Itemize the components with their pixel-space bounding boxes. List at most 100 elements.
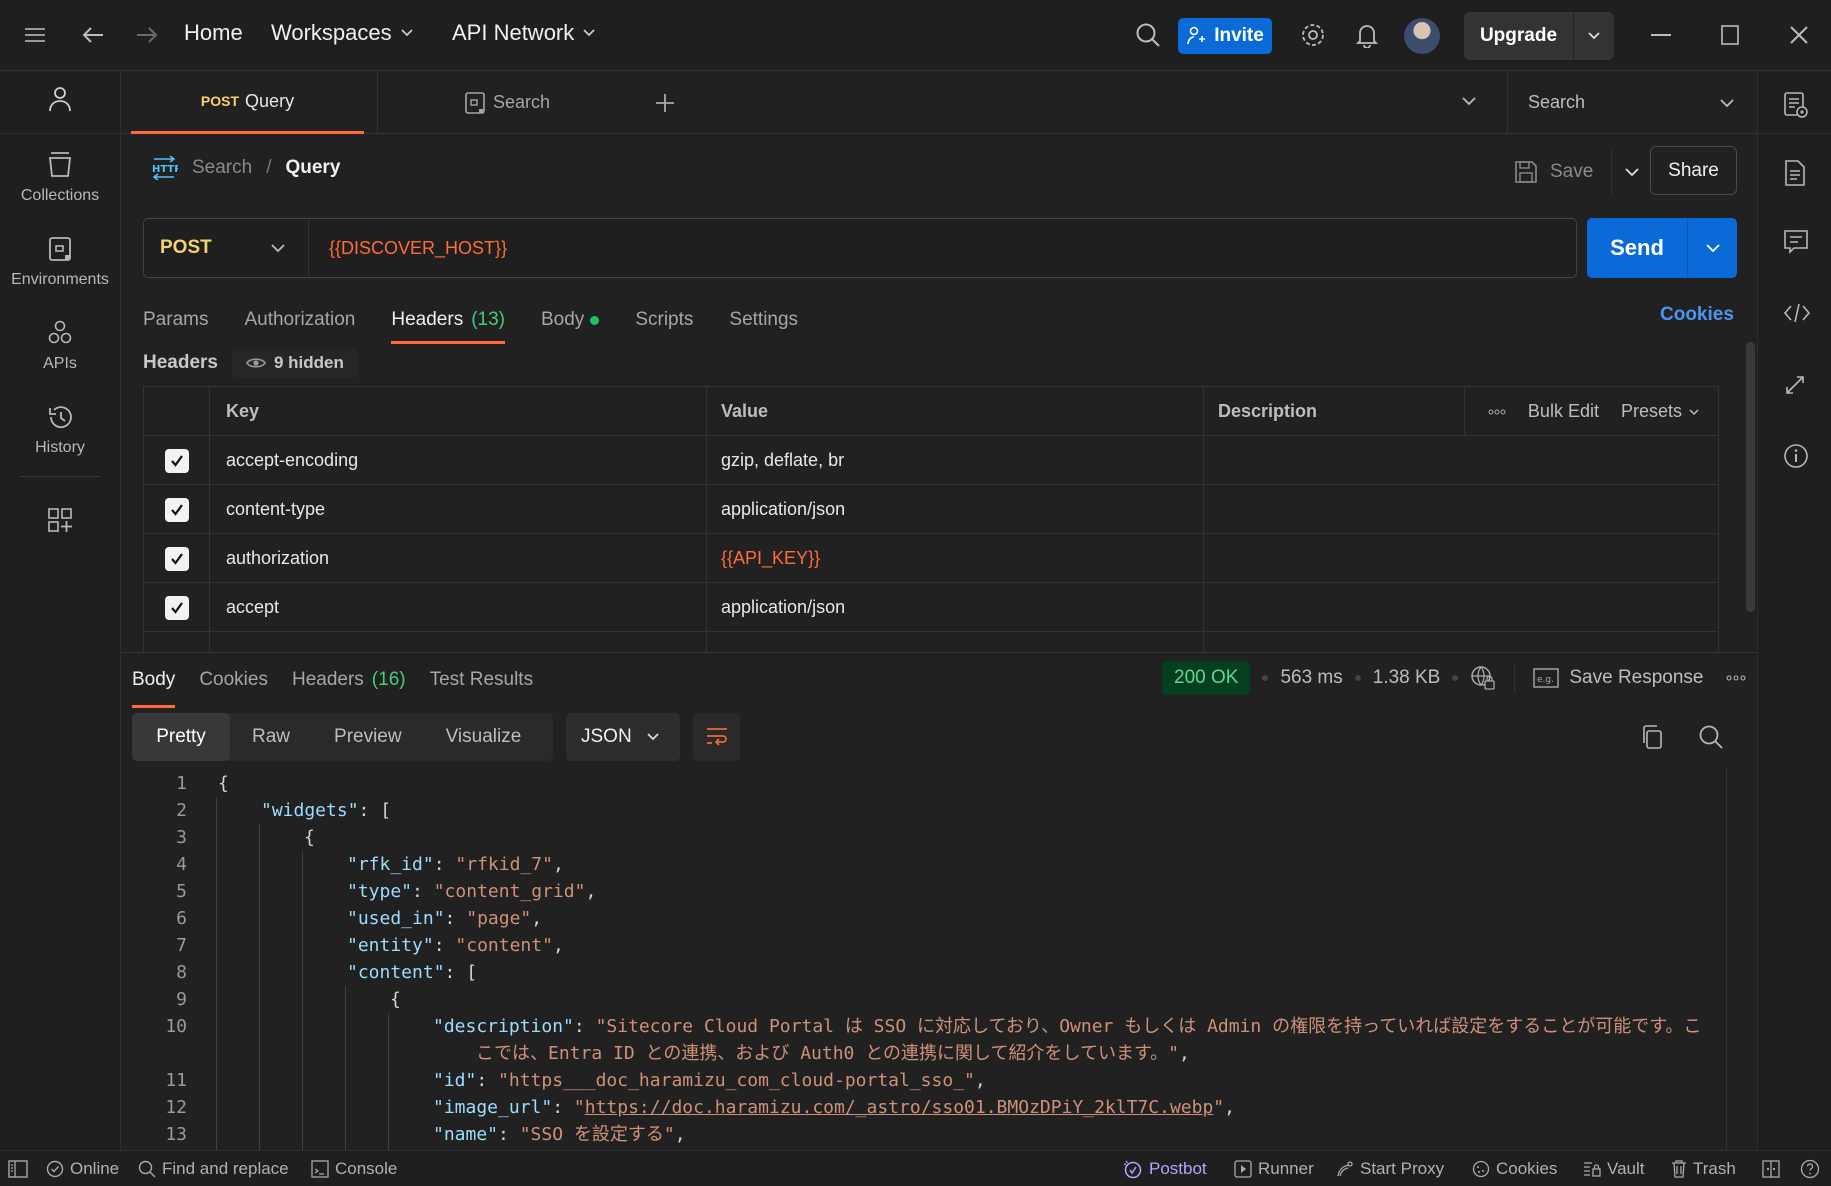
find-and-replace[interactable]: Find and replace bbox=[138, 1151, 289, 1186]
toggle-sidebar-icon[interactable] bbox=[8, 1151, 28, 1186]
tab-search[interactable]: Search bbox=[377, 71, 637, 134]
maximize-icon[interactable] bbox=[1715, 20, 1745, 50]
sidebar-item-account[interactable] bbox=[0, 85, 120, 113]
row-checkbox[interactable] bbox=[164, 595, 189, 620]
bulk-edit-button[interactable]: Bulk Edit bbox=[1528, 401, 1599, 422]
sidebar-item-apis[interactable]: APIs bbox=[0, 319, 120, 373]
share-button[interactable]: Share bbox=[1650, 146, 1737, 195]
tab-settings[interactable]: Settings bbox=[729, 300, 798, 340]
header-key-cell[interactable]: accept-encoding bbox=[210, 436, 707, 485]
copy-icon[interactable] bbox=[1640, 724, 1664, 750]
close-icon[interactable] bbox=[1784, 20, 1814, 50]
header-description-cell[interactable] bbox=[1204, 436, 1719, 485]
format-select[interactable]: JSON bbox=[566, 713, 680, 761]
upgrade-button[interactable]: Upgrade bbox=[1464, 12, 1574, 60]
header-key-cell[interactable]: content-type bbox=[210, 485, 707, 534]
online-status[interactable]: Online bbox=[46, 1151, 119, 1186]
comments-icon[interactable] bbox=[1783, 229, 1809, 255]
send-button[interactable]: Send bbox=[1587, 218, 1688, 278]
wrap-lines-button[interactable] bbox=[693, 713, 740, 761]
sidebar-item-configure[interactable] bbox=[0, 507, 120, 533]
runner[interactable]: Runner bbox=[1234, 1151, 1314, 1186]
breadcrumb-current[interactable]: Query bbox=[285, 157, 340, 179]
cookies-link[interactable]: Cookies bbox=[1660, 304, 1734, 326]
presets-dropdown[interactable]: Presets bbox=[1621, 401, 1700, 422]
header-key-cell[interactable]: accept bbox=[210, 583, 707, 632]
view-pretty[interactable]: Pretty bbox=[132, 713, 230, 761]
nav-api-network[interactable]: API Network bbox=[452, 20, 596, 46]
bell-icon[interactable] bbox=[1352, 20, 1382, 50]
header-value-cell[interactable]: gzip, deflate, br bbox=[707, 436, 1204, 485]
search-icon[interactable] bbox=[1698, 724, 1724, 750]
sidebar-item-history[interactable]: History bbox=[0, 403, 120, 457]
back-icon[interactable] bbox=[78, 20, 108, 50]
save-response-button[interactable]: e.g. Save Response bbox=[1533, 667, 1704, 689]
menu-icon[interactable] bbox=[20, 20, 50, 50]
more-options-icon[interactable] bbox=[1488, 409, 1506, 415]
avatar[interactable] bbox=[1404, 18, 1440, 54]
save-dropdown-button[interactable] bbox=[1624, 164, 1640, 180]
row-checkbox[interactable] bbox=[164, 546, 189, 571]
row-checkbox[interactable] bbox=[164, 497, 189, 522]
url-input[interactable] bbox=[309, 237, 1576, 259]
method-select[interactable]: POST bbox=[144, 219, 309, 277]
header-value-cell[interactable]: {{API_KEY}} bbox=[707, 534, 1204, 583]
response-divider[interactable] bbox=[121, 652, 1757, 653]
settings-icon[interactable] bbox=[1298, 20, 1328, 50]
console[interactable]: Console bbox=[311, 1151, 397, 1186]
tab-headers[interactable]: Headers (13) bbox=[391, 300, 505, 344]
tab-response-body[interactable]: Body bbox=[132, 660, 176, 708]
new-tab-button[interactable] bbox=[651, 89, 679, 117]
minimize-icon[interactable] bbox=[1646, 20, 1676, 50]
response-size[interactable]: 1.38 KB bbox=[1373, 667, 1441, 689]
sidebar-item-collections[interactable]: Collections bbox=[0, 151, 120, 205]
tab-params[interactable]: Params bbox=[143, 300, 208, 340]
json-link[interactable]: https://doc.haramizu.com/_astro/sso01.BM… bbox=[585, 1097, 1214, 1118]
cookies[interactable]: Cookies bbox=[1472, 1151, 1557, 1186]
tab-scripts[interactable]: Scripts bbox=[635, 300, 693, 340]
header-description-cell[interactable] bbox=[1204, 583, 1719, 632]
tab-overflow-button[interactable] bbox=[1461, 93, 1477, 109]
tab-response-headers[interactable]: Headers (16) bbox=[292, 660, 406, 700]
row-checkbox[interactable] bbox=[164, 448, 189, 473]
start-proxy[interactable]: Start Proxy bbox=[1336, 1151, 1444, 1186]
view-visualize[interactable]: Visualize bbox=[424, 713, 544, 761]
nav-home[interactable]: Home bbox=[184, 20, 243, 46]
environment-quick-look-icon[interactable] bbox=[1783, 91, 1809, 118]
header-value-cell[interactable]: application/json bbox=[707, 583, 1204, 632]
search-icon[interactable] bbox=[1133, 20, 1163, 50]
network-security-icon[interactable] bbox=[1470, 665, 1496, 691]
new-key-input[interactable]: Key bbox=[210, 632, 707, 652]
tab-authorization[interactable]: Authorization bbox=[244, 300, 355, 340]
header-key-cell[interactable]: authorization bbox=[210, 534, 707, 583]
related-collections-icon[interactable] bbox=[1783, 373, 1809, 399]
save-button[interactable]: Save bbox=[1514, 160, 1593, 184]
editor-scrollbar-track[interactable] bbox=[1726, 768, 1727, 1150]
response-time[interactable]: 563 ms bbox=[1280, 667, 1342, 689]
info-icon[interactable] bbox=[1783, 443, 1809, 469]
header-value-cell[interactable]: application/json bbox=[707, 485, 1204, 534]
tab-body[interactable]: Body bbox=[541, 300, 600, 340]
header-description-cell[interactable] bbox=[1204, 485, 1719, 534]
new-description-input[interactable]: Description bbox=[1204, 632, 1719, 652]
two-pane-view-icon[interactable] bbox=[1762, 1151, 1780, 1186]
sidebar-item-environments[interactable]: Environments bbox=[0, 235, 120, 289]
hidden-headers-toggle[interactable]: 9 hidden bbox=[232, 348, 358, 378]
more-options-icon[interactable] bbox=[1726, 675, 1746, 681]
help-icon[interactable] bbox=[1800, 1151, 1820, 1186]
upgrade-dropdown-button[interactable] bbox=[1574, 12, 1614, 60]
invite-button[interactable]: Invite bbox=[1178, 18, 1272, 54]
trash[interactable]: Trash bbox=[1671, 1151, 1736, 1186]
header-description-cell[interactable] bbox=[1204, 534, 1719, 583]
status-badge[interactable]: 200 OK bbox=[1162, 661, 1251, 695]
response-body-editor[interactable]: 1{2 "widgets": [3{4 "rfk_id": "rfkid_7", 5 "… bbox=[121, 768, 1726, 1150]
view-preview[interactable]: Preview bbox=[312, 713, 424, 761]
environment-select[interactable]: Search bbox=[1507, 71, 1757, 134]
view-raw[interactable]: Raw bbox=[230, 713, 312, 761]
new-value-input[interactable]: Value bbox=[707, 632, 1204, 652]
forward-icon[interactable] bbox=[132, 20, 162, 50]
tab-response-cookies[interactable]: Cookies bbox=[199, 660, 268, 700]
send-dropdown-button[interactable] bbox=[1688, 218, 1737, 278]
documentation-icon[interactable] bbox=[1783, 159, 1809, 186]
breadcrumb-parent[interactable]: Search bbox=[192, 157, 252, 179]
